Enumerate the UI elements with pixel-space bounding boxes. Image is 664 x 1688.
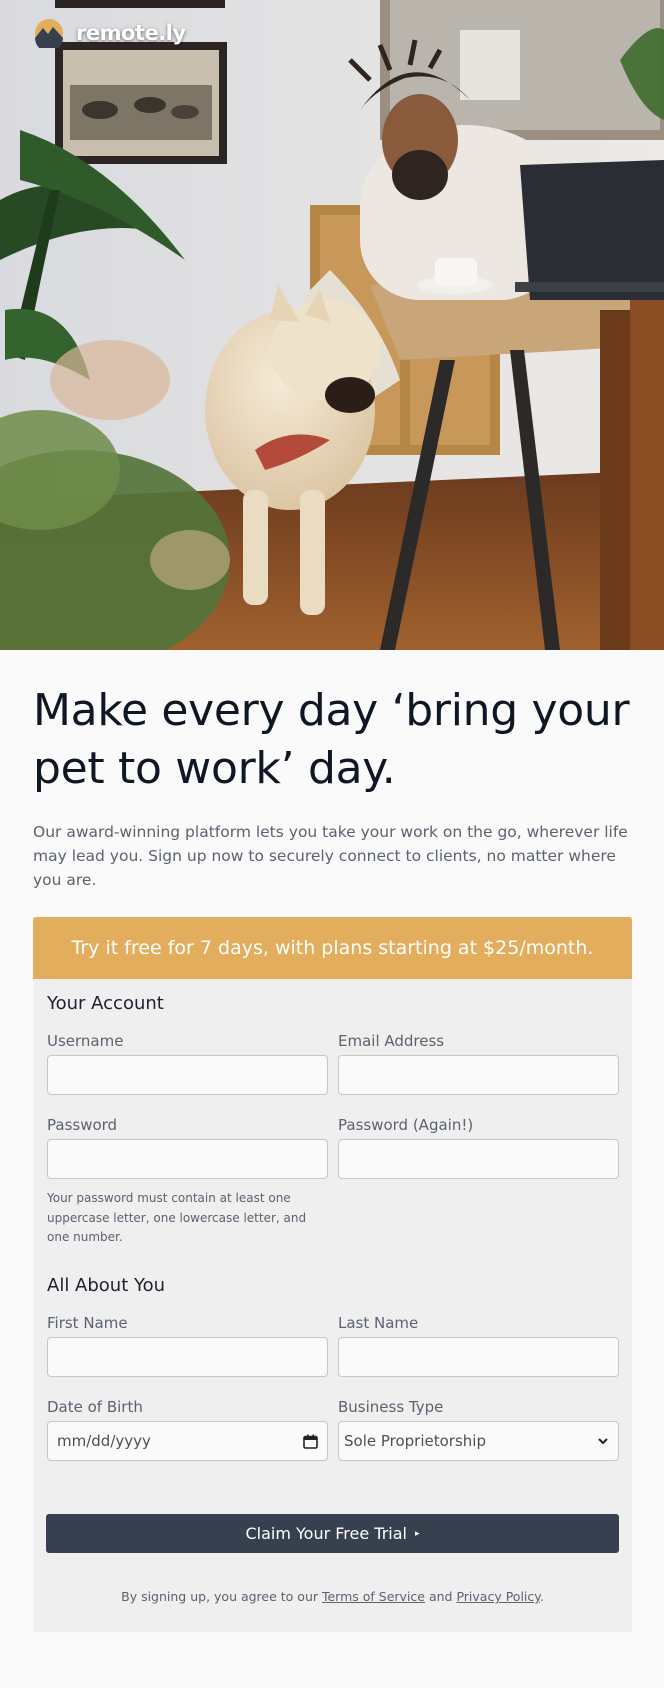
privacy-policy-link[interactable]: Privacy Policy (456, 1589, 539, 1604)
terms-suffix: . (539, 1589, 544, 1604)
password-again-input[interactable] (338, 1139, 619, 1179)
first-name-label: First Name (47, 1314, 128, 1332)
dob-placeholder: mm/dd/yyyy (57, 1432, 151, 1450)
password-label: Password (47, 1116, 118, 1134)
content-column: remote.ly Make every day ‘bring your pet… (0, 0, 664, 1688)
intro-text: Our award-winning platform lets you take… (33, 823, 628, 889)
business-type-select[interactable]: Sole Proprietorship (338, 1421, 619, 1461)
email-label: Email Address (338, 1032, 445, 1050)
first-name-input[interactable] (47, 1337, 328, 1377)
pricing-banner: Try it free for 7 days, with plans start… (33, 917, 632, 979)
chevron-down-icon (598, 1438, 608, 1445)
dob-label: Date of Birth (47, 1398, 143, 1416)
signup-form: Try it free for 7 days, with plans start… (33, 917, 632, 1632)
signup-page: remote.ly Make every day ‘bring your pet… (0, 0, 664, 1688)
hero-photo-illustration (0, 0, 664, 650)
dob-input[interactable]: mm/dd/yyyy (47, 1421, 328, 1461)
page-title: Make every day ‘bring your pet to work’ … (33, 685, 630, 794)
password-input[interactable] (47, 1139, 328, 1179)
password-again-label: Password (Again!) (338, 1116, 474, 1134)
arrow-right-icon: ▸ (414, 1528, 420, 1539)
email-input[interactable] (338, 1055, 619, 1095)
about-you-heading: All About You (47, 1275, 166, 1296)
terms-of-service-link[interactable]: Terms of Service (322, 1589, 425, 1604)
terms-middle: and (425, 1589, 457, 1604)
calendar-icon[interactable] (303, 1434, 318, 1449)
last-name-label: Last Name (338, 1314, 419, 1332)
business-type-value: Sole Proprietorship (344, 1432, 486, 1450)
username-input[interactable] (47, 1055, 328, 1095)
brand-name: remote.ly (76, 21, 186, 45)
your-account-heading: Your Account (47, 993, 164, 1014)
business-type-label: Business Type (338, 1398, 444, 1416)
claim-free-trial-label: Claim Your Free Trial (245, 1524, 407, 1543)
claim-free-trial-button[interactable]: Claim Your Free Trial ▸ (46, 1514, 619, 1553)
username-label: Username (47, 1032, 124, 1050)
brand-logo[interactable]: remote.ly (34, 18, 186, 48)
hero-photo: remote.ly (0, 0, 664, 650)
password-help-text: Your password must contain at least one … (47, 1191, 307, 1244)
terms-text: By signing up, you agree to our Terms of… (33, 1589, 632, 1604)
mountain-sun-icon (35, 19, 63, 48)
last-name-input[interactable] (338, 1337, 619, 1377)
terms-prefix: By signing up, you agree to our (121, 1589, 322, 1604)
